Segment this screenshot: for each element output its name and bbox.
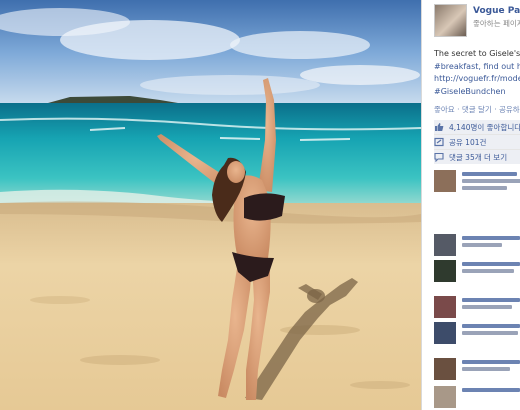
- post-header: Vogue Pari 좋아하는 페이지: [434, 4, 520, 40]
- list-item: [434, 296, 520, 322]
- likes-count[interactable]: 4,140명이 좋아합니다: [449, 122, 520, 133]
- blurred-commenter-name[interactable]: [462, 172, 517, 176]
- avatar[interactable]: [434, 358, 456, 380]
- blurred-comment-text: [462, 186, 507, 190]
- blurred-comment-text: [462, 331, 518, 335]
- avatar[interactable]: [434, 234, 456, 256]
- blurred-commenter-name[interactable]: [462, 298, 520, 302]
- share-icon: [434, 137, 444, 147]
- list-item: [434, 358, 520, 384]
- page-avatar[interactable]: [434, 4, 467, 37]
- list-item: [434, 322, 520, 348]
- avatar[interactable]: [434, 260, 456, 282]
- shares-count[interactable]: 공유 101건: [449, 137, 486, 148]
- avatar[interactable]: [434, 170, 456, 192]
- beach-photo: [0, 0, 421, 410]
- blurred-commenter-name[interactable]: [462, 388, 520, 392]
- thumbs-up-icon: [434, 122, 444, 132]
- caption-hashtag-link[interactable]: #GiseleBundchen: [434, 86, 520, 99]
- blurred-comment-text: [462, 367, 510, 371]
- blurred-commenter-name[interactable]: [462, 324, 520, 328]
- post-sidebar: Vogue Pari 좋아하는 페이지 The secret to Gisele…: [421, 0, 520, 410]
- blurred-comment-text: [462, 243, 502, 247]
- list-item: [434, 234, 520, 260]
- blurred-commenter-name[interactable]: [462, 262, 520, 266]
- shares-row[interactable]: 공유 101건: [434, 135, 520, 149]
- list-item: [434, 386, 520, 410]
- caption-hashtag-link[interactable]: #breakfast, find out ho: [434, 61, 520, 74]
- view-more-comments-link[interactable]: 댓글 35개 더 보기: [449, 152, 507, 163]
- post-photo[interactable]: [0, 0, 421, 410]
- like-page-label[interactable]: 좋아하는 페이지: [473, 18, 520, 29]
- blurred-comment-text: [462, 179, 520, 183]
- page-name-link[interactable]: Vogue Pari: [473, 6, 520, 16]
- post-caption: The secret to Gisele's c #breakfast, fin…: [434, 48, 520, 98]
- list-item: [434, 170, 520, 196]
- avatar[interactable]: [434, 322, 456, 344]
- comments-row[interactable]: 댓글 35개 더 보기: [434, 150, 520, 164]
- blurred-comment-text: [462, 305, 512, 309]
- blurred-commenter-name[interactable]: [462, 360, 520, 364]
- post-actions[interactable]: 좋아요 · 댓글 달기 · 공유하: [434, 104, 520, 115]
- list-item: [434, 260, 520, 286]
- caption-line: The secret to Gisele's c: [434, 49, 520, 58]
- avatar[interactable]: [434, 296, 456, 318]
- comment-icon: [434, 152, 444, 163]
- avatar[interactable]: [434, 386, 456, 408]
- blurred-comment-text: [462, 269, 514, 273]
- blurred-commenter-name[interactable]: [462, 236, 520, 240]
- likes-row[interactable]: 4,140명이 좋아합니다: [434, 120, 520, 134]
- caption-url-link[interactable]: http://voguefr.fr/mode: [434, 73, 520, 86]
